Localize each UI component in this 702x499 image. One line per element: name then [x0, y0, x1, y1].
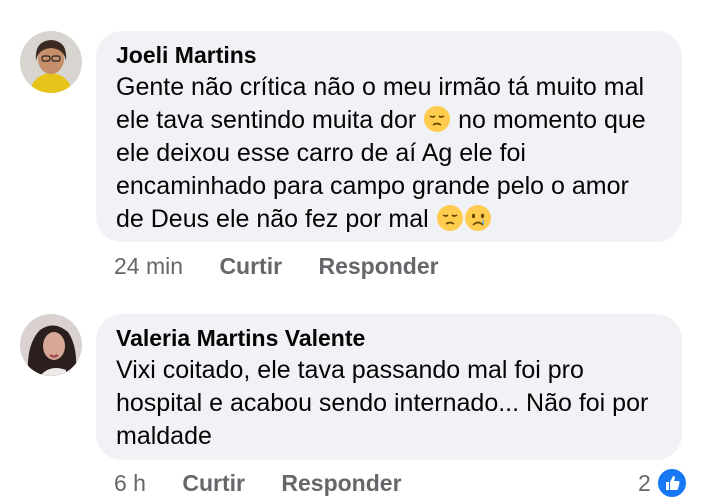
comment-text: Gente não crítica não o meu irmão tá mui…	[116, 71, 662, 236]
avatar[interactable]	[20, 31, 82, 93]
pensive-face-icon	[436, 204, 464, 232]
comment-actions: 24 min Curtir Responder	[114, 252, 439, 280]
comment-text: Vixi coitado, ele tava passando mal foi …	[116, 356, 649, 450]
comment-author[interactable]: Valeria Martins Valente	[116, 324, 662, 352]
like-button[interactable]: Curtir	[182, 469, 245, 497]
comment-timestamp[interactable]: 6 h	[114, 469, 146, 497]
reply-button[interactable]: Responder	[281, 469, 401, 497]
like-button[interactable]: Curtir	[219, 252, 282, 280]
comment-bubble: Valeria Martins Valente Vixi coitado, el…	[96, 314, 682, 460]
comment-author[interactable]: Joeli Martins	[116, 41, 662, 69]
crying-face-icon	[464, 204, 492, 232]
avatar[interactable]	[20, 314, 82, 376]
comment-bubble: Joeli Martins Gente não crítica não o me…	[96, 31, 682, 242]
reply-button[interactable]: Responder	[318, 252, 438, 280]
comment-actions: 6 h Curtir Responder	[114, 469, 402, 497]
thumbs-up-icon[interactable]	[656, 467, 688, 499]
pensive-face-icon	[423, 105, 451, 133]
reaction-count[interactable]: 2	[638, 469, 651, 497]
comment-timestamp[interactable]: 24 min	[114, 252, 183, 280]
